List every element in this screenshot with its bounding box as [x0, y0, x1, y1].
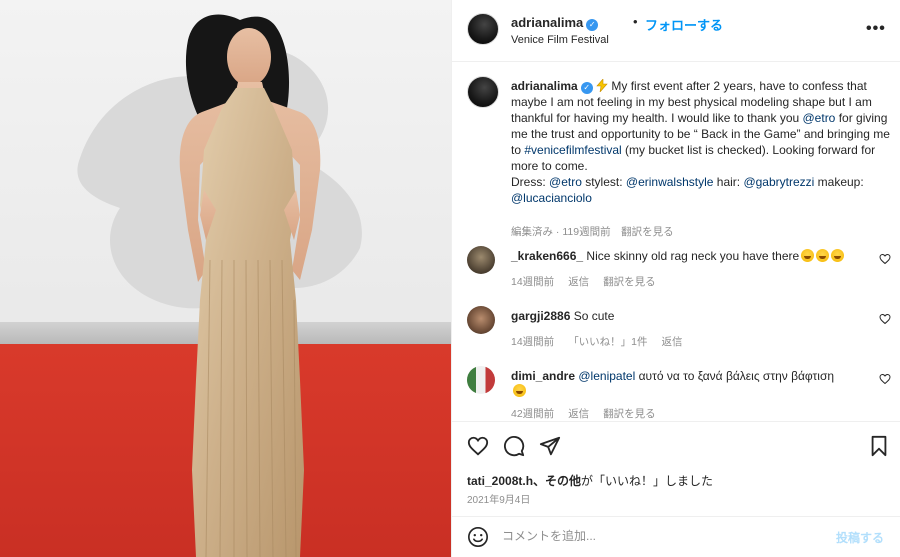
comment-like-count[interactable]: 「いいね！」1件 [568, 336, 647, 348]
translate-button[interactable]: 翻訳を見る [603, 276, 656, 288]
likes-suffix: が「いいね！」しました [581, 474, 714, 488]
credits-dress-label: Dress: [511, 175, 550, 189]
mention-etro-dress[interactable]: @etro [549, 175, 582, 189]
post-actions: tati_2008t.h、その他が「いいね！」しました 2021年9月4日 投稿… [452, 421, 900, 557]
post-photo[interactable] [0, 0, 451, 557]
share-paper-plane-icon[interactable] [539, 435, 561, 457]
comment-username[interactable]: dimi_andre [511, 369, 575, 383]
likes-summary: tati_2008t.h、その他が「いいね！」しました [467, 472, 713, 489]
comment-meta: 14週間前 「いいね！」1件 返信 [511, 334, 697, 349]
like-comment-heart-icon[interactable] [879, 313, 891, 325]
comment-body: Nice skinny old rag neck you have there [583, 249, 800, 263]
comment-item: gargji2886 So cute 14週間前 「いいね！」1件 返信 [467, 306, 897, 366]
location-link[interactable]: Venice Film Festival [511, 34, 609, 46]
reply-button[interactable]: 返信 [568, 408, 589, 420]
liked-by-others[interactable]: 、その他 [533, 474, 581, 488]
comment-meta: 42週間前 返信 翻訳を見る [511, 406, 670, 421]
credits-stylist-label: stylest: [581, 175, 626, 189]
credits-makeup-label: makeup: [814, 175, 864, 189]
comment-text: gargji2886 So cute [511, 309, 871, 324]
add-comment-bar: 投稿する [452, 516, 900, 557]
comment-item: dimi_andre @lenipatel αυτό να το ξανά βά… [467, 366, 897, 421]
mention-makeup[interactable]: @lucacianciolo [511, 191, 592, 205]
comment-time: 14週間前 [511, 336, 555, 348]
reply-button[interactable]: 返信 [662, 336, 683, 348]
mention-stylist[interactable]: @erinwalshstyle [626, 175, 714, 189]
lightning-icon [596, 78, 608, 93]
comment-username[interactable]: _kraken666_ [511, 249, 583, 263]
emoji-smiley-icon[interactable] [467, 526, 489, 548]
reply-button[interactable]: 返信 [568, 276, 589, 288]
caption-username[interactable]: adrianalima [511, 79, 578, 93]
comment-input[interactable] [502, 525, 822, 547]
comment-bubble-icon[interactable] [503, 435, 525, 457]
laughing-emoji-icon [801, 249, 815, 262]
credits-hair-label: hair: [713, 175, 744, 189]
post-dialog: adrianalima ✓ • フォローする Venice Film Festiv… [0, 0, 900, 557]
laughing-emoji-icon [831, 249, 845, 262]
laughing-emoji-icon [816, 249, 830, 262]
comment-body: αυτό να το ξανά βάλεις στην βάφτιση [635, 369, 835, 383]
caption-avatar[interactable] [467, 76, 499, 108]
avatar[interactable] [467, 366, 495, 394]
avatar[interactable] [467, 13, 499, 45]
like-comment-heart-icon[interactable] [879, 253, 891, 265]
verified-badge-icon: ✓ [586, 19, 599, 31]
caption-text: adrianalima ✓ My first event after 2 year… [511, 78, 891, 206]
comment-meta: 14週間前 返信 翻訳を見る [511, 274, 670, 289]
comment-text: _kraken666_ Nice skinny old rag neck you… [511, 249, 871, 264]
post-date[interactable]: 2021年9月4日 [467, 491, 530, 506]
comment-mention[interactable]: @lenipatel [578, 369, 635, 383]
mention-etro[interactable]: @etro [803, 111, 836, 125]
comment-body: So cute [570, 309, 615, 323]
more-options-icon[interactable]: ••• [866, 20, 886, 38]
author-username[interactable]: adrianalima ✓ [511, 15, 599, 31]
comment-username[interactable]: gargji2886 [511, 309, 570, 323]
caption-meta: 編集済み · 119週間前 翻訳を見る [511, 226, 674, 238]
comment-time: 14週間前 [511, 276, 555, 288]
mention-hair[interactable]: @gabrytrezzi [743, 175, 814, 189]
comments-scroll-area[interactable]: adrianalima ✓ My first event after 2 year… [452, 63, 900, 421]
hashtag-link[interactable]: #venicefilmfestival [524, 143, 621, 157]
laughing-emoji-icon [513, 384, 526, 397]
avatar[interactable] [467, 246, 495, 274]
translate-button[interactable]: 翻訳を見る [603, 408, 656, 420]
post-comment-button[interactable]: 投稿する [836, 529, 884, 546]
avatar[interactable] [467, 306, 495, 334]
follow-button[interactable]: フォローする [645, 15, 723, 34]
comment-text: dimi_andre @lenipatel αυτό να το ξανά βά… [511, 369, 871, 399]
post-panel: adrianalima ✓ • フォローする Venice Film Festiv… [451, 0, 900, 557]
comment-item: _kraken666_ Nice skinny old rag neck you… [467, 246, 897, 306]
model-figure [179, 14, 321, 557]
save-bookmark-icon[interactable] [869, 435, 889, 457]
like-comment-heart-icon[interactable] [879, 373, 891, 385]
separator-dot: • [633, 14, 638, 29]
post-header: adrianalima ✓ • フォローする Venice Film Festiv… [452, 0, 900, 62]
liked-by-user[interactable]: tati_2008t.h [467, 474, 533, 488]
verified-badge-icon: ✓ [580, 82, 593, 94]
like-heart-icon[interactable] [467, 435, 489, 457]
comment-time: 42週間前 [511, 408, 555, 420]
